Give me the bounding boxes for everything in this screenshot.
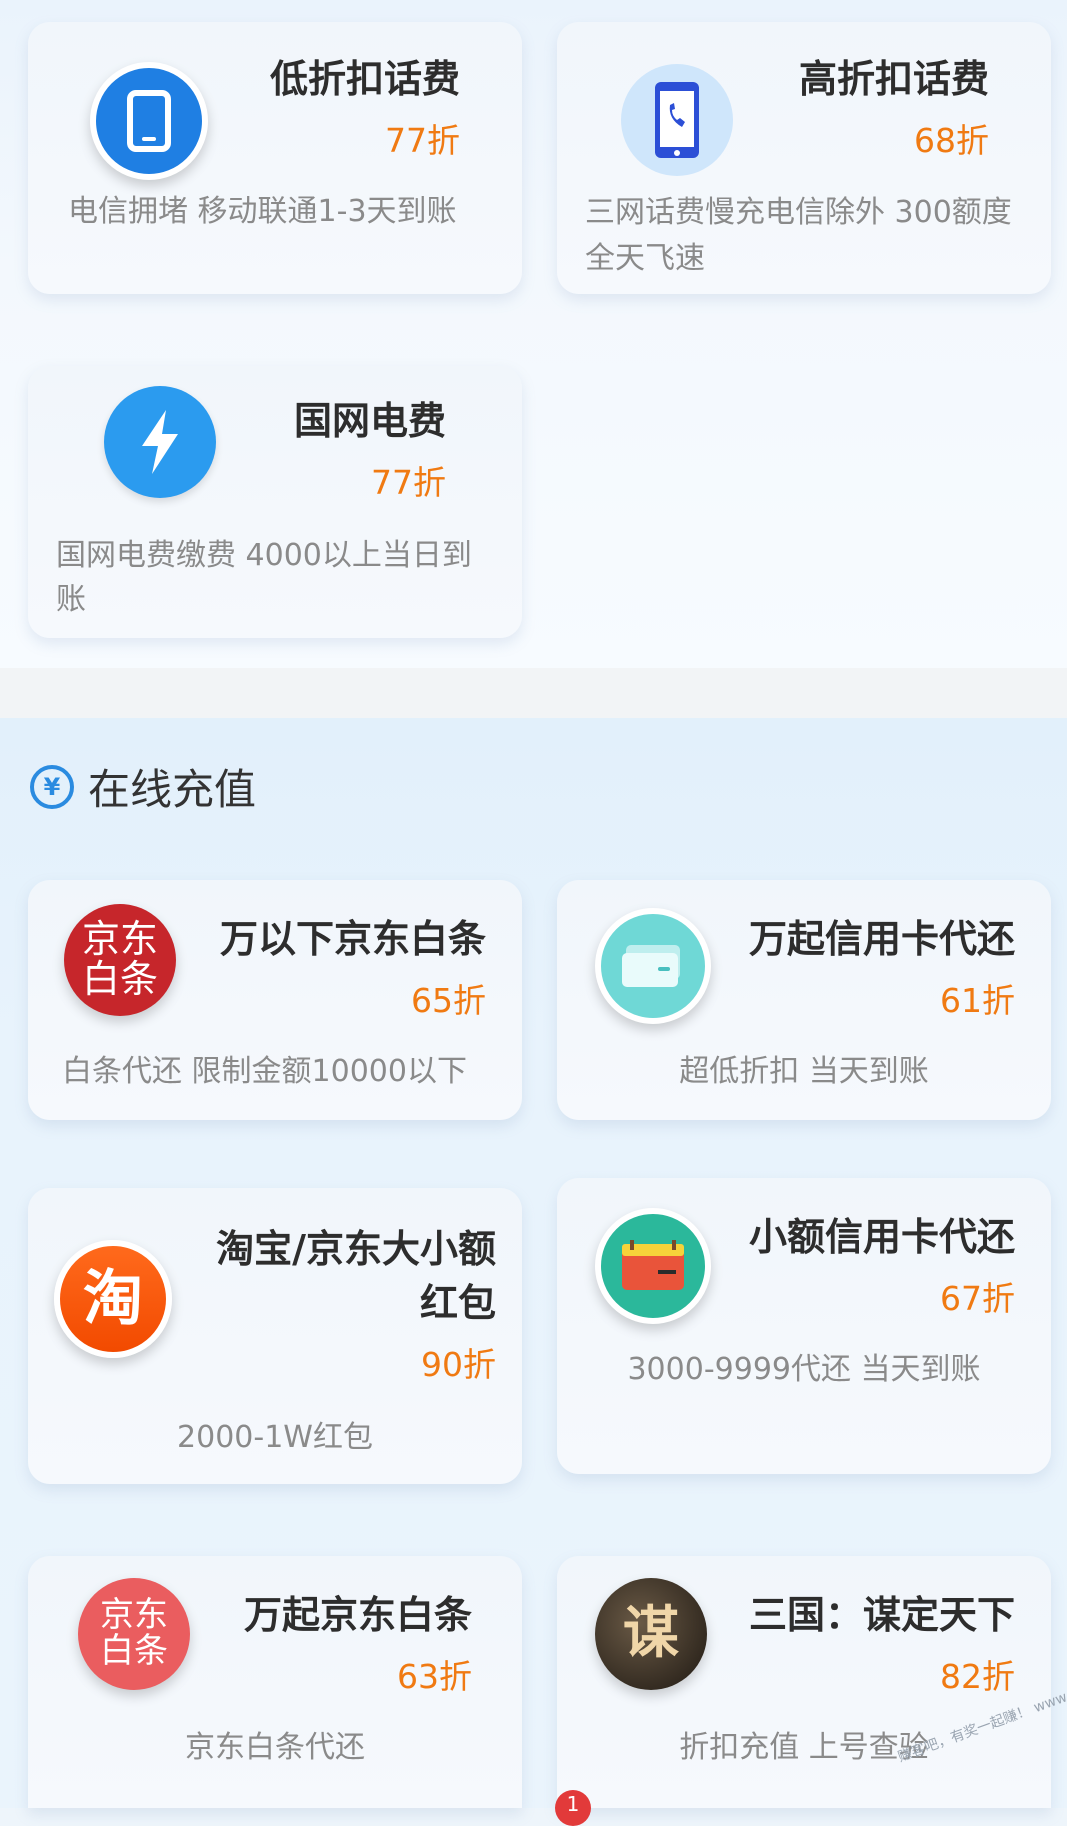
card-discount: 82折 <box>940 1657 1015 1696</box>
yen-icon: ¥ <box>30 764 74 809</box>
card-description: 白条代还 限制金额10000以下 <box>62 1054 467 1089</box>
card-jd-baitiao-10k[interactable]: 京东 白条 万起京东白条 63折 京东白条代还 <box>28 1556 522 1808</box>
card-discount: 63折 <box>397 1657 472 1696</box>
section-title: 在线充值 <box>88 765 257 814</box>
card-title: 低折扣话费 <box>269 57 460 101</box>
card-title: 万起信用卡代还 <box>748 917 1015 961</box>
card-title: 小额信用卡代还 <box>748 1215 1015 1259</box>
card-discount: 68折 <box>914 121 989 160</box>
card-taobao-jd-red-packet[interactable]: 淘 淘宝/京东大小额 红包 90折 2000-1W红包 <box>28 1188 522 1484</box>
logo-line: 白条 <box>100 1631 168 1671</box>
logo-line: 白条 <box>81 957 158 1001</box>
card-description: 2000-1W红包 <box>177 1420 373 1455</box>
card-jd-baitiao-under-10k[interactable]: 京东 白条 万以下京东白条 65折 白条代还 限制金额10000以下 <box>28 880 522 1120</box>
card-discount: 77折 <box>371 463 446 502</box>
card-small-credit-card-repay[interactable]: 小额信用卡代还 67折 3000-9999代还 当天到账 <box>557 1178 1051 1474</box>
card-high-discount-phone[interactable]: 高折扣话费 68折 三网话费慢充电信除外 300额度全天飞速 <box>557 22 1051 294</box>
online-recharge-heading: ¥ 在线充值 <box>30 756 256 817</box>
card-title: 三国：谋定天下 <box>748 1593 1015 1637</box>
card-title: 淘宝/京东大小额 <box>216 1227 496 1271</box>
card-description: 超低折扣 当天到账 <box>679 1054 929 1089</box>
card-three-kingdoms-game[interactable]: 谋 三国：谋定天下 82折 折扣充值 上号查验 <box>557 1556 1051 1808</box>
jd-baitiao-logo: 京东 白条 <box>78 1578 190 1690</box>
notification-badge[interactable]: 1 <box>555 1790 591 1826</box>
card-title: 万以下京东白条 <box>219 917 486 961</box>
section-divider <box>0 668 1067 718</box>
card-description: 电信拥堵 移动联通1-3天到账 <box>68 194 457 229</box>
logo-line: 京东 <box>100 1595 168 1636</box>
tablet-icon <box>90 62 208 180</box>
jd-baitiao-logo: 京东 白条 <box>64 904 176 1016</box>
card-description: 3000-9999代还 当天到账 <box>627 1352 981 1387</box>
logo-line: 京东 <box>81 917 158 962</box>
card-title: 国网电费 <box>293 399 446 443</box>
card-description: 三网话费慢充电信除外 300额度全天飞速 <box>585 195 1012 276</box>
phone-call-icon <box>621 64 733 176</box>
card-discount: 67折 <box>940 1279 1015 1318</box>
game-logo: 谋 <box>595 1578 707 1690</box>
card-low-discount-phone[interactable]: 低折扣话费 77折 电信拥堵 移动联通1-3天到账 <box>28 22 522 294</box>
card-title: 高折扣话费 <box>798 57 989 101</box>
card-description: 京东白条代还 <box>185 1730 365 1765</box>
card-title: 万起京东白条 <box>243 1593 472 1637</box>
card-discount: 61折 <box>940 981 1015 1020</box>
lightning-icon <box>104 386 216 498</box>
card-discount: 77折 <box>385 121 460 160</box>
card-description: 国网电费缴费 4000以上当日到账 <box>56 538 472 617</box>
card-icon <box>595 908 711 1024</box>
card-credit-card-repay-10k[interactable]: 万起信用卡代还 61折 超低折扣 当天到账 <box>557 880 1051 1120</box>
taobao-logo: 淘 <box>54 1240 172 1358</box>
card-discount: 65折 <box>411 981 486 1020</box>
logo-text: 谋 <box>623 1600 679 1666</box>
card-state-grid-electricity[interactable]: 国网电费 77折 国网电费缴费 4000以上当日到账 <box>28 366 522 638</box>
wallet-icon <box>595 1208 711 1324</box>
logo-text: 淘 <box>83 1263 143 1334</box>
card-title-line2: 红包 <box>419 1281 496 1325</box>
card-discount: 90折 <box>421 1345 496 1384</box>
